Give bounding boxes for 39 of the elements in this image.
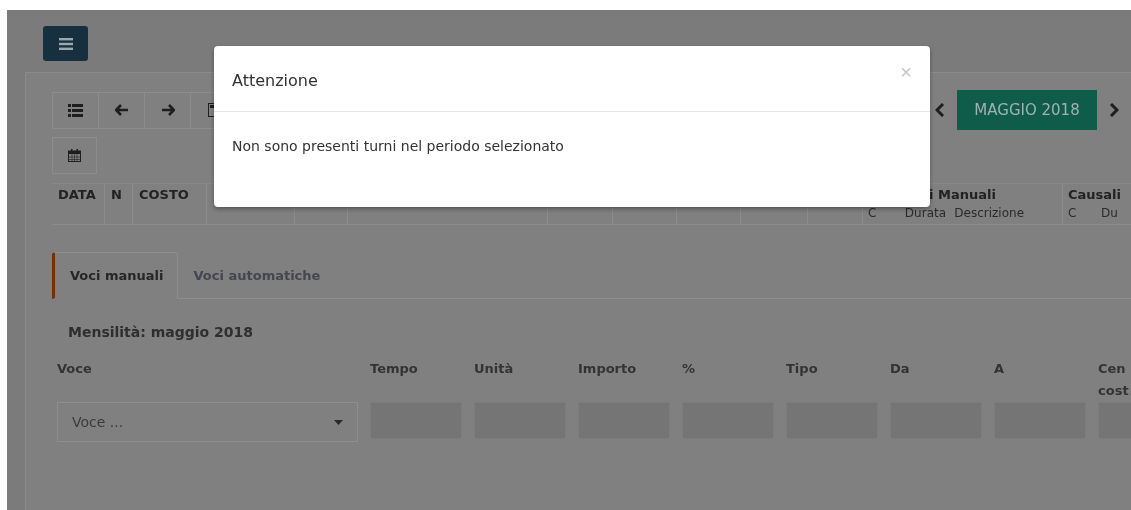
select-field[interactable]: Voce ...	[57, 402, 358, 442]
field-label: %	[682, 361, 696, 376]
dialog-title: Attenzione	[232, 71, 318, 90]
month-button[interactable]: MAGGIO 2018	[957, 90, 1097, 130]
column-header: Du	[1101, 206, 1119, 220]
arrow-right-icon	[160, 104, 175, 116]
chevron-right-icon[interactable]	[1109, 103, 1119, 117]
list-button[interactable]	[52, 91, 99, 129]
tab[interactable]: Voci manuali	[52, 252, 179, 299]
period-label: Mensilità: maggio 2018	[68, 324, 255, 340]
column-header: Durata	[904, 206, 948, 220]
column-group-header: i Manuali	[929, 186, 996, 203]
field-label: Tipo	[786, 361, 818, 376]
column-header: Descrizione	[954, 206, 1026, 220]
column-header: C	[868, 206, 878, 220]
close-button[interactable]: ×	[900, 62, 912, 82]
field-label: Unità	[474, 361, 514, 376]
chevron-left-icon[interactable]	[935, 103, 945, 117]
field-label: Voce	[57, 361, 92, 376]
column-header: N	[111, 187, 122, 202]
arrow-left-icon	[114, 104, 129, 116]
caret-icon	[334, 419, 343, 425]
column-header: DATA	[58, 187, 96, 202]
list-icon	[68, 103, 83, 117]
dialog-message: Non sono presenti turni nel periodo selezionato	[232, 138, 564, 154]
menu-icon	[58, 37, 73, 50]
column-group-header: Causali	[1068, 186, 1121, 203]
field-label: Da	[890, 361, 910, 376]
field-label: Importo	[578, 361, 637, 376]
calendar-icon	[68, 149, 81, 162]
column-header: COSTO	[139, 187, 189, 202]
field-label: Tempo	[370, 361, 418, 376]
next-button[interactable]	[144, 91, 191, 129]
field-label: Cen cost	[1098, 361, 1129, 398]
menu-button[interactable]	[43, 26, 88, 61]
previous-button[interactable]	[98, 91, 145, 129]
column-header: C	[1068, 206, 1078, 220]
field-label: A	[994, 361, 1005, 376]
calendar-button[interactable]	[52, 137, 97, 174]
